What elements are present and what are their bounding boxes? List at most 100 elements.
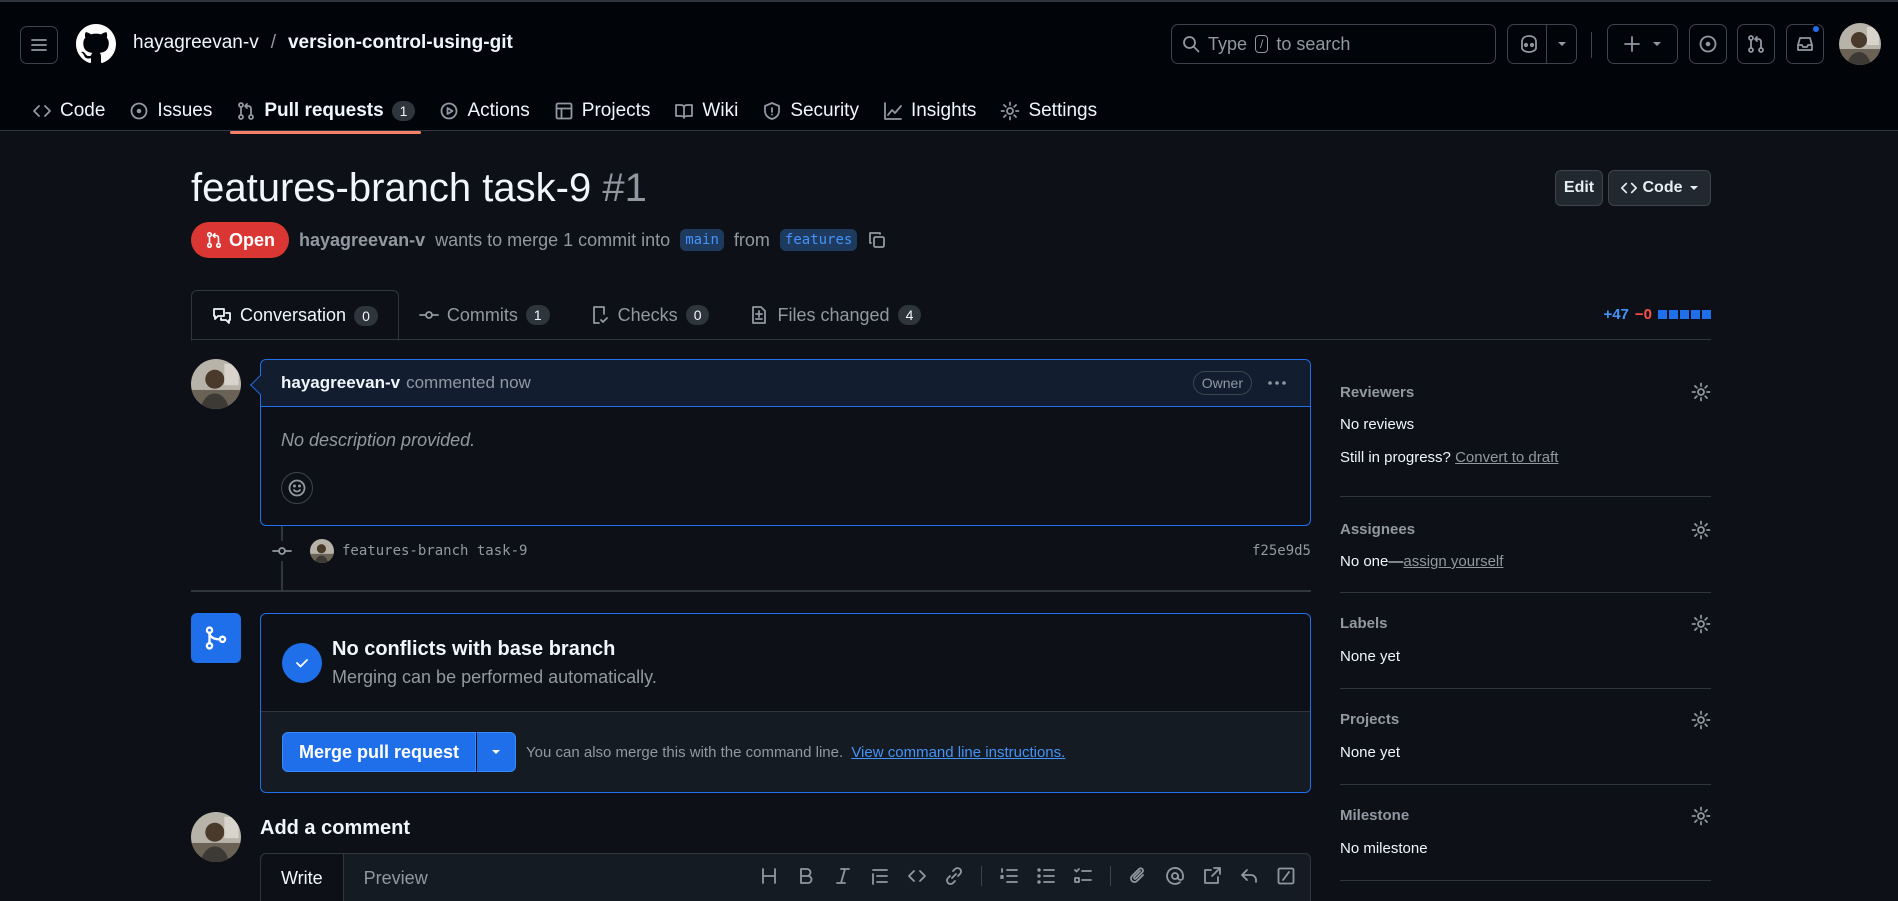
unordered-list-icon[interactable] <box>1036 866 1056 886</box>
quote-icon[interactable] <box>870 866 890 886</box>
commit-sha-link[interactable]: f25e9d5 <box>1252 543 1311 559</box>
task-list-icon[interactable] <box>1073 866 1093 886</box>
gear-icon[interactable] <box>1691 806 1711 826</box>
pull-requests-button[interactable] <box>1737 24 1775 64</box>
status-badge: Open <box>191 222 290 258</box>
sidebar-heading[interactable]: Milestone <box>1340 807 1409 824</box>
mention-icon[interactable] <box>1165 866 1185 886</box>
play-icon <box>441 102 458 119</box>
tab-write[interactable]: Write <box>261 854 344 901</box>
gear-icon[interactable] <box>1691 710 1711 730</box>
bold-icon[interactable] <box>796 866 816 886</box>
gear-icon <box>1001 101 1020 120</box>
link-icon[interactable] <box>944 866 964 886</box>
markdown-toolbar <box>759 866 1296 886</box>
check-circle-icon <box>282 642 322 683</box>
code-dropdown-button[interactable]: Code <box>1608 170 1711 206</box>
merge-pull-request-button[interactable]: Merge pull request <box>282 732 477 772</box>
merge-method-dropdown[interactable] <box>476 732 517 772</box>
search-prefix: Type <box>1208 33 1248 54</box>
create-new-button[interactable] <box>1607 24 1678 64</box>
reply-icon[interactable] <box>1239 866 1259 886</box>
search-shortcut-key: / <box>1255 35 1269 53</box>
sidebar-heading[interactable]: Assignees <box>1340 521 1415 538</box>
nav-label: Settings <box>1028 99 1098 121</box>
avatar[interactable] <box>310 539 334 563</box>
ordered-list-icon[interactable] <box>999 866 1019 886</box>
diff-additions: +47 <box>1603 306 1629 323</box>
nav-label: Code <box>60 99 106 121</box>
edit-button[interactable]: Edit <box>1555 170 1603 206</box>
nav-wiki[interactable]: Wiki <box>662 88 750 133</box>
nav-security[interactable]: Security <box>750 88 871 133</box>
nav-projects[interactable]: Projects <box>542 88 663 133</box>
nav-settings[interactable]: Settings <box>988 88 1109 133</box>
search-input[interactable]: Type / to search <box>1171 24 1496 64</box>
tab-label: Commits <box>446 304 518 325</box>
paperclip-icon[interactable] <box>1128 866 1148 886</box>
cross-reference-icon[interactable] <box>1202 866 1222 886</box>
tab-commits[interactable]: Commits 1 <box>399 290 570 340</box>
sidebar-assignees: Assignees No one—assign yourself <box>1340 497 1711 593</box>
nav-pull-requests[interactable]: Pull requests 1 <box>224 88 427 134</box>
commit-icon <box>272 541 294 561</box>
breadcrumb-owner[interactable]: hayagreevan-v <box>133 32 259 54</box>
gear-icon[interactable] <box>1691 382 1711 402</box>
tab-conversation[interactable]: Conversation 0 <box>191 290 399 341</box>
merge-status-subtitle: Merging can be performed automatically. <box>332 666 657 687</box>
merge-status-text: No conflicts with base branch Merging ca… <box>332 638 657 688</box>
copilot-button[interactable] <box>1507 24 1577 64</box>
heading-icon[interactable] <box>759 866 779 886</box>
draft-prompt: Still in progress? Convert to draft <box>1340 449 1558 466</box>
nav-issues[interactable]: Issues <box>117 88 224 133</box>
assign-yourself-link[interactable]: assign yourself <box>1403 553 1503 570</box>
chevron-down-icon[interactable] <box>1556 38 1568 50</box>
tab-files-changed[interactable]: Files changed 4 <box>729 290 941 340</box>
gear-icon[interactable] <box>1691 520 1711 540</box>
nav-code[interactable]: Code <box>20 88 117 133</box>
menu-button[interactable] <box>20 26 58 64</box>
comment-author[interactable]: hayagreevan-v <box>281 373 400 393</box>
head-branch[interactable]: features <box>779 229 858 251</box>
commit-message-link[interactable]: features-branch task-9 <box>342 543 527 559</box>
pr-author-link[interactable]: hayagreevan-v <box>299 230 425 251</box>
sidebar-heading[interactable]: Projects <box>1340 711 1399 728</box>
avatar[interactable] <box>191 359 241 409</box>
repo-nav: Code Issues Pull requests 1 Actions Proj… <box>20 88 1109 134</box>
comment-options-button[interactable] <box>1266 372 1288 394</box>
sidebar-heading[interactable]: Labels <box>1340 615 1388 632</box>
sidebar-value: No one— <box>1340 553 1404 570</box>
italic-icon[interactable] <box>833 866 853 886</box>
pr-title-text: features-branch task-9 <box>191 166 592 210</box>
add-reaction-button[interactable] <box>281 472 313 504</box>
tab-checks[interactable]: Checks 0 <box>570 290 730 340</box>
pr-number: #1 <box>602 166 647 210</box>
gear-icon[interactable] <box>1691 614 1711 634</box>
comment-body: No description provided. <box>281 430 476 450</box>
nav-actions[interactable]: Actions <box>427 88 541 133</box>
git-merge-icon <box>205 626 227 650</box>
avatar[interactable] <box>191 812 241 862</box>
inbox-button[interactable] <box>1786 24 1824 64</box>
sidebar-value: None yet <box>1340 744 1401 761</box>
github-logo-icon[interactable] <box>76 24 116 64</box>
copy-icon[interactable] <box>867 230 887 250</box>
tab-preview[interactable]: Preview <box>344 854 448 901</box>
checklist-icon <box>592 306 608 324</box>
comment-editor: Write Preview <box>260 853 1311 901</box>
nav-insights[interactable]: Insights <box>871 88 988 133</box>
slash-command-icon[interactable] <box>1276 866 1296 886</box>
breadcrumb-repo[interactable]: version-control-using-git <box>288 32 513 54</box>
pr-tabs: Conversation 0 Commits 1 Checks 0 Files … <box>191 290 1711 341</box>
user-avatar[interactable] <box>1839 23 1881 65</box>
convert-to-draft-link[interactable]: Convert to draft <box>1455 449 1558 466</box>
avatar-image <box>1839 23 1881 65</box>
pull-request-icon <box>1748 35 1764 53</box>
sidebar-heading[interactable]: Reviewers <box>1340 384 1414 401</box>
base-branch[interactable]: main <box>680 229 724 251</box>
issues-button[interactable] <box>1689 24 1727 64</box>
command-line-instructions-link[interactable]: View command line instructions. <box>851 744 1065 761</box>
code-icon[interactable] <box>907 866 927 886</box>
tab-count: 0 <box>685 305 710 325</box>
pr-description-comment: hayagreevan-v commented now Owner No des… <box>260 359 1311 526</box>
